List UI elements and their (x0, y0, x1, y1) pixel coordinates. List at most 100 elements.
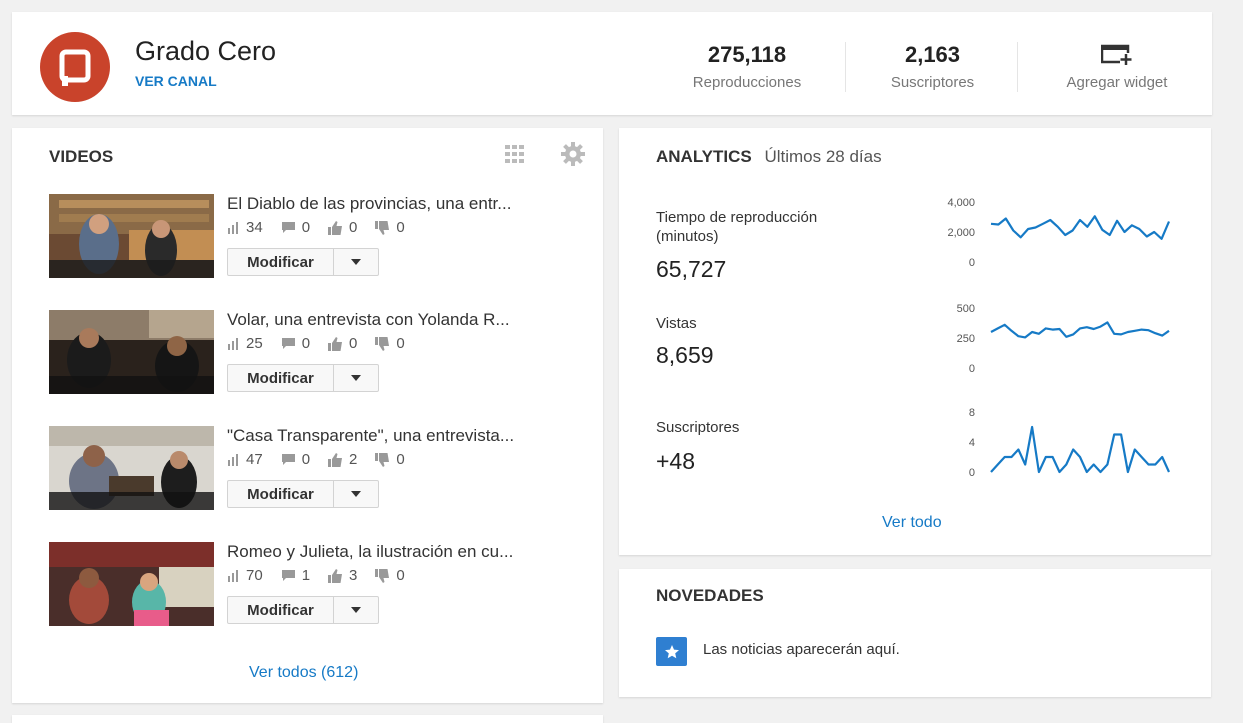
y-tick-label: 250 (957, 333, 975, 345)
thumbs-down-icon (375, 220, 390, 235)
edit-video-button: Modificar (227, 480, 379, 508)
video-title[interactable]: Romeo y Julieta, la ilustración en cu... (227, 542, 513, 562)
video-stats: 25 0 0 0 (227, 335, 405, 352)
comments-count: 0 (301, 335, 311, 352)
views-count: 47 (246, 451, 263, 468)
views-stat: 70 (227, 567, 263, 584)
see-all-videos-link[interactable]: Ver todos (612) (249, 664, 358, 682)
thumbs-down-icon (375, 568, 390, 583)
watch-time-label: Tiempo de reproducción (minutos) (656, 208, 817, 246)
comments-count: 0 (301, 451, 311, 468)
sparkline-series (990, 425, 1171, 474)
caret-down-icon (351, 259, 361, 265)
y-tick-label: 4 (969, 437, 975, 449)
bar-chart-icon (228, 221, 238, 234)
video-thumbnail[interactable] (49, 194, 214, 278)
video-title[interactable]: "Casa Transparente", una entrevista... (227, 426, 514, 446)
divider (845, 42, 846, 92)
y-tick-label: 2,000 (947, 227, 975, 239)
views-stat: 47 (227, 451, 263, 468)
edit-options-dropdown[interactable] (334, 597, 378, 623)
comments-stat: 0 (281, 335, 310, 352)
edit-button-label[interactable]: Modificar (228, 481, 334, 507)
watch-time-value: 65,727 (656, 256, 727, 282)
view-channel-link[interactable]: VER CANAL (135, 73, 217, 89)
caret-down-icon (351, 607, 361, 613)
thumbs-up-icon (328, 568, 343, 583)
y-tick-label: 8 (969, 407, 975, 419)
video-title[interactable]: El Diablo de las provincias, una entr... (227, 194, 511, 214)
views-metric-label: Vistas (656, 315, 697, 332)
edit-button-label[interactable]: Modificar (228, 365, 334, 391)
dislikes-count: 0 (396, 335, 405, 352)
comments-stat: 1 (281, 567, 310, 584)
caret-down-icon (351, 375, 361, 381)
channel-logo[interactable] (40, 32, 110, 102)
gear-icon[interactable] (560, 141, 586, 172)
edit-options-dropdown[interactable] (334, 481, 378, 507)
dislikes-stat: 0 (375, 335, 405, 352)
caret-down-icon (351, 491, 361, 497)
edit-options-dropdown[interactable] (334, 365, 378, 391)
news-empty-text: Las noticias aparecerán aquí. (703, 641, 900, 658)
subscribers-metric-label: Suscriptores (656, 419, 740, 436)
views-count: 275,118 (707, 42, 787, 67)
analytics-period: Últimos 28 días (764, 147, 882, 166)
watch-time-label-line1: Tiempo de reproducción (656, 209, 818, 226)
watch-time-sparkline[interactable]: 4,000 2,000 0 (929, 194, 1179, 270)
thumbs-up-icon (328, 220, 343, 235)
likes-stat: 0 (328, 219, 357, 236)
video-thumbnail[interactable] (49, 426, 214, 510)
y-tick-label: 0 (969, 363, 975, 375)
comments-stat: 0 (281, 219, 310, 236)
comment-icon (281, 570, 295, 581)
edit-button-label[interactable]: Modificar (228, 249, 334, 275)
bar-chart-icon (228, 337, 238, 350)
y-tick-label: 0 (969, 467, 975, 479)
thumbs-down-icon (375, 336, 390, 351)
views-sparkline[interactable]: 500 250 0 (929, 300, 1179, 376)
bar-chart-icon (228, 569, 238, 582)
views-count: 25 (246, 335, 263, 352)
views-count: 34 (246, 219, 263, 236)
comments-count: 0 (301, 219, 311, 236)
add-widget-button[interactable]: Agregar widget (1052, 42, 1182, 91)
analytics-title: ANALYTICS Últimos 28 días (656, 147, 882, 167)
videos-title: VIDEOS (49, 147, 114, 166)
edit-video-button: Modificar (227, 364, 379, 392)
comments-count: 1 (301, 567, 311, 584)
dislikes-stat: 0 (375, 219, 405, 236)
see-all-analytics-link[interactable]: Ver todo (882, 514, 942, 532)
videos-card: VIDEOS El Diablo de las provincias, una … (12, 128, 603, 703)
watch-time-label-line2: (minutos) (656, 228, 719, 245)
video-item: El Diablo de las provincias, una entr...… (49, 194, 589, 284)
video-item: "Casa Transparente", una entrevista... 4… (49, 426, 589, 516)
analytics-heading: ANALYTICS (656, 147, 752, 166)
subscribers-stat: 2,163 Suscriptores (870, 42, 995, 91)
edit-button-label[interactable]: Modificar (228, 597, 334, 623)
add-widget-label: Agregar widget (1066, 74, 1168, 91)
grid-view-icon[interactable] (504, 144, 526, 169)
views-stat: 275,118 Reproducciones (672, 42, 822, 91)
y-tick-label: 4,000 (947, 197, 975, 209)
likes-stat: 2 (328, 451, 357, 468)
video-thumbnail[interactable] (49, 310, 214, 394)
video-title[interactable]: Volar, una entrevista con Yolanda R... (227, 310, 510, 330)
thumbs-down-icon (375, 452, 390, 467)
dislikes-stat: 0 (375, 567, 405, 584)
views-count: 70 (246, 567, 263, 584)
subscribers-count: 2,163 (904, 42, 961, 67)
comment-icon (281, 222, 295, 233)
divider (1017, 42, 1018, 92)
edit-video-button: Modificar (227, 596, 379, 624)
edit-options-dropdown[interactable] (334, 249, 378, 275)
sparkline-series (990, 215, 1171, 240)
y-tick-label: 500 (957, 303, 975, 315)
next-card (12, 715, 603, 723)
subscribers-sparkline[interactable]: 8 4 0 (929, 404, 1179, 480)
y-tick-label: 0 (969, 257, 975, 269)
video-item: Romeo y Julieta, la ilustración en cu...… (49, 542, 589, 632)
subscribers-metric-value: +48 (656, 448, 696, 474)
video-thumbnail[interactable] (49, 542, 214, 626)
news-card: NOVEDADES Las noticias aparecerán aquí. (619, 569, 1211, 697)
